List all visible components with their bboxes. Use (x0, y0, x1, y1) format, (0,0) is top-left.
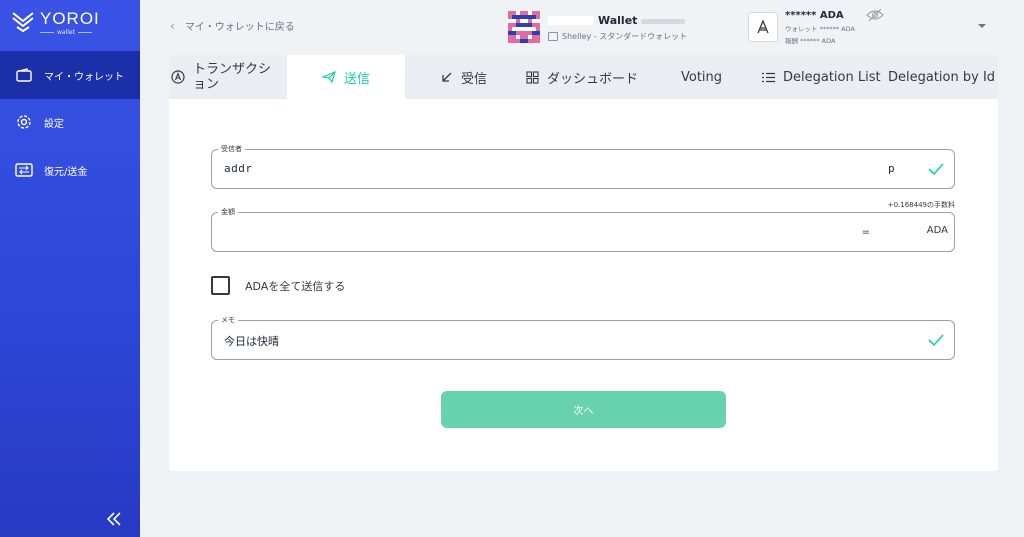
next-button[interactable]: 次へ (441, 391, 726, 428)
tab-label: Delegation by Id (888, 69, 996, 85)
sidebar-item-my-wallet[interactable]: マイ・ウォレット (0, 51, 140, 99)
dashboard-icon (526, 70, 539, 84)
wallet-icon (14, 65, 34, 85)
sidebar-item-label: 設定 (44, 118, 64, 130)
receiver-label: 受信者 (218, 144, 245, 154)
tab-label: ダッシュボード (547, 71, 639, 87)
amount-field[interactable]: 金額 = ADA (211, 207, 955, 252)
checkmark-icon (928, 334, 944, 347)
collapse-sidebar-button[interactable] (104, 510, 124, 528)
tab-label: Voting (681, 69, 723, 85)
sidebar-item-label: マイ・ウォレット (44, 71, 124, 83)
tab-receive[interactable]: 受信 (441, 55, 487, 99)
yoroi-logo[interactable]: YOROI wallet (12, 10, 100, 36)
sidebar-item-label: 復元/送金 (44, 166, 88, 178)
list-icon (762, 72, 775, 83)
receiver-input[interactable]: addr (224, 162, 253, 175)
checkmark-icon (928, 163, 944, 176)
sidebar: YOROI wallet マイ・ウォレット 設定 復元/送金 (0, 0, 140, 537)
brand-name: YOROI (40, 9, 100, 28)
receive-icon (441, 71, 453, 83)
balance-reward: 報酬 ****** ADA (785, 37, 836, 45)
send-all-row: ADAを全て送信する (211, 276, 345, 295)
wallet-name: Wallet (598, 14, 638, 27)
balance-total: ****** ADA (785, 10, 844, 21)
receiver-field[interactable]: 受信者 addr p (211, 144, 955, 189)
back-label: マイ・ウォレットに戻る (184, 22, 295, 33)
send-card: トランザクション 送信 受信 ダッシュボード Voting Delegation… (169, 55, 998, 471)
amount-unit: ADA (926, 225, 948, 236)
tab-label: 受信 (461, 71, 488, 87)
tab-transactions[interactable]: トランザクション (169, 55, 287, 99)
memo-input[interactable]: 今日は快晴 (224, 333, 279, 349)
transactions-icon (171, 70, 185, 84)
ada-currency-icon (748, 12, 778, 42)
send-all-checkbox[interactable] (211, 276, 230, 295)
memo-label: メモ (218, 315, 238, 325)
memo-field[interactable]: メモ 今日は快晴 (211, 315, 955, 360)
brand-sub: wallet (57, 29, 75, 36)
tab-delegation-list[interactable]: Delegation List (762, 55, 881, 99)
sidebar-item-restore-transfer[interactable]: 復元/送金 (0, 146, 140, 194)
tab-voting[interactable]: Voting (681, 55, 722, 99)
tab-delegation-by-id[interactable]: Delegation by Id (888, 55, 995, 99)
tab-label: Delegation List (783, 69, 881, 85)
chevron-down-icon[interactable] (977, 22, 987, 30)
fee-text: +0.168449の手数料 (887, 201, 955, 209)
amount-label: 金額 (218, 207, 238, 217)
wallet-tabs: トランザクション 送信 受信 ダッシュボード Voting Delegation… (169, 55, 998, 99)
balance: ****** ADA ウォレット ****** ADA 報酬 ****** AD… (785, 10, 855, 45)
wallet-info: Wallet Shelley - スタンダードウォレット (508, 11, 687, 43)
tab-label: トランザクション (193, 62, 272, 92)
balance-wallet: ウォレット ****** ADA (785, 25, 855, 33)
back-to-my-wallets[interactable]: ‹ マイ・ウォレットに戻る (170, 18, 295, 34)
send-icon (321, 71, 336, 83)
amount-equals: = (861, 227, 870, 238)
hide-balance-icon[interactable] (866, 8, 884, 22)
double-chevron-left-icon (106, 512, 121, 526)
sidebar-item-settings[interactable]: 設定 (0, 98, 140, 146)
wallet-avatar (508, 11, 540, 43)
gear-icon (14, 112, 34, 132)
transfer-icon (14, 160, 34, 180)
wallet-type: Shelley - スタンダードウォレット (562, 31, 688, 41)
receiver-input-tail: p (888, 162, 896, 175)
tab-label: 送信 (343, 71, 370, 87)
tab-dashboard[interactable]: ダッシュボード (526, 55, 638, 99)
send-all-label: ADAを全て送信する (245, 279, 346, 293)
chevron-left-icon: ‹ (170, 18, 175, 33)
tab-send[interactable]: 送信 (287, 55, 405, 99)
wallet-type-icon (548, 31, 558, 41)
yoroi-logo-icon (12, 12, 34, 32)
